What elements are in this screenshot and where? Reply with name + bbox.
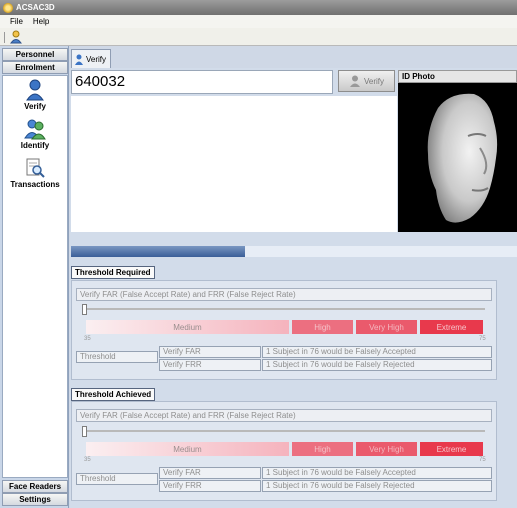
verify-frr-label: Verify FRR [159, 359, 261, 371]
identify-users-icon [24, 119, 46, 140]
level-high: High [292, 442, 353, 456]
verify-frr-value: 1 Subject in 76 would be Falsely Rejecte… [262, 359, 492, 371]
level-very-high: Very High [356, 442, 417, 456]
level-medium: Medium [86, 442, 289, 456]
level-high: High [292, 320, 353, 334]
nav-section-settings[interactable]: Settings [2, 493, 68, 506]
title-bar: ACSAC3D [0, 0, 517, 15]
verify-frr-label: Verify FRR [159, 480, 261, 492]
verify-button-label: Verify [363, 76, 384, 86]
level-extreme: Extreme [420, 320, 483, 334]
scale-min-label: 35 [84, 457, 91, 463]
level-extreme: Extreme [420, 442, 483, 456]
toolbar-grip[interactable] [4, 32, 5, 43]
progress-bar-fill [71, 246, 245, 257]
level-medium: Medium [86, 320, 289, 334]
face-3d-image [427, 93, 498, 223]
menu-bar: File Help [0, 15, 517, 28]
threshold-slider-thumb[interactable] [82, 426, 87, 437]
verify-far-value: 1 Subject in 76 would be Falsely Accepte… [262, 467, 492, 479]
scale-max-label: 75 [479, 336, 486, 342]
toolbar [0, 28, 517, 46]
threshold-required-title: Threshold Required [71, 266, 155, 279]
nav-item-verify[interactable]: Verify [2, 79, 68, 111]
transactions-search-icon [26, 158, 45, 178]
level-very-high: Very High [356, 320, 417, 334]
threshold-slider-track[interactable] [82, 430, 485, 432]
verify-far-value: 1 Subject in 76 would be Falsely Accepte… [262, 346, 492, 358]
user-icon [349, 75, 360, 87]
rate-header: Verify FAR (False Accept Rate) and FRR (… [76, 409, 492, 422]
id-number-input[interactable]: 640032 [71, 70, 333, 94]
menu-help[interactable]: Help [33, 17, 49, 26]
app-icon [3, 2, 13, 13]
tab-label: Verify [86, 55, 107, 64]
rate-header: Verify FAR (False Accept Rate) and FRR (… [76, 288, 492, 301]
nav-item-label: Transactions [10, 180, 60, 189]
scale-max-label: 75 [479, 457, 486, 463]
threshold-label: Threshold [76, 473, 158, 485]
tab-strip [70, 46, 517, 68]
nav-section-enrolment-station[interactable]: Enrolment Station [2, 61, 68, 83]
verify-user-icon [26, 79, 44, 101]
menu-file[interactable]: File [10, 17, 23, 26]
scale-min-label: 35 [84, 336, 91, 342]
nav-section-face-readers[interactable]: Face Readers [2, 480, 68, 493]
result-area [71, 96, 397, 232]
verify-button[interactable]: Verify [338, 70, 395, 92]
threshold-slider-thumb[interactable] [82, 304, 87, 315]
threshold-achieved-title: Threshold Achieved [71, 388, 156, 401]
verify-far-label: Verify FAR [159, 467, 261, 479]
nav-item-identify[interactable]: Identify [2, 118, 68, 150]
tab-verify[interactable]: Verify [71, 49, 111, 69]
threshold-slider-track[interactable] [82, 308, 485, 310]
user-icon[interactable] [9, 30, 23, 44]
id-photo-title: ID Photo [398, 70, 517, 83]
verify-far-label: Verify FAR [159, 346, 261, 358]
nav-item-label: Verify [24, 102, 46, 111]
nav-section-personnel[interactable]: Personnel [2, 48, 68, 61]
nav-item-transactions[interactable]: Transactions [2, 157, 68, 189]
window-title: ACSAC3D [16, 3, 55, 12]
id-photo-panel [398, 70, 517, 232]
nav-item-label: Identify [20, 141, 50, 150]
threshold-label: Threshold [76, 351, 158, 363]
user-icon [75, 54, 83, 65]
verify-frr-value: 1 Subject in 76 would be Falsely Rejecte… [262, 480, 492, 492]
